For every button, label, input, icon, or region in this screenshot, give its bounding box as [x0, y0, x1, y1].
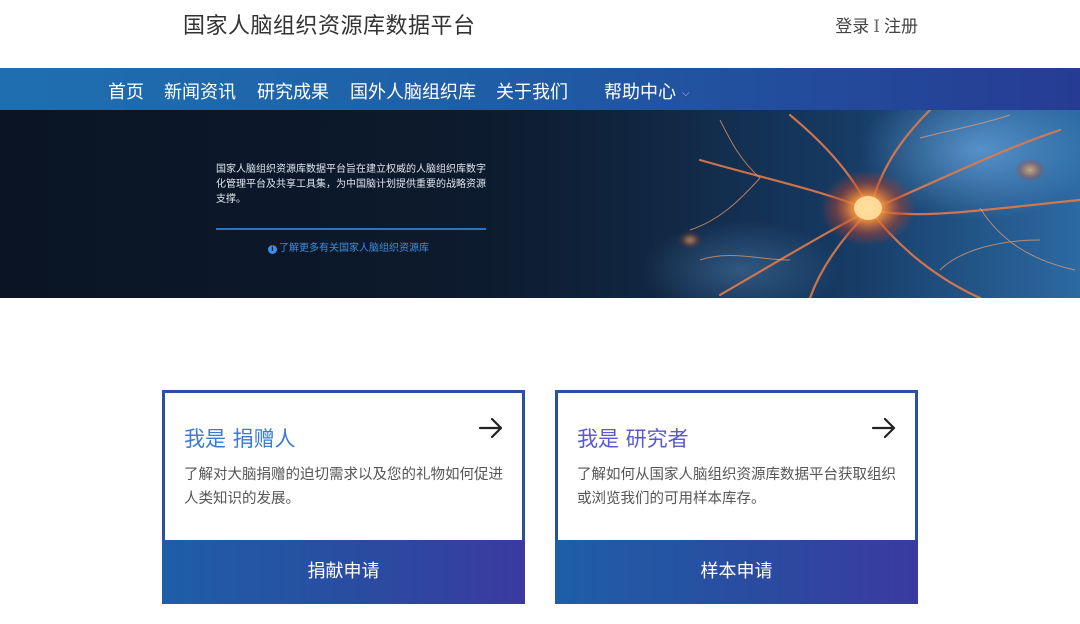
donor-card: 我是 捐赠人 了解对大脑捐赠的迫切需求以及您的礼物如何促进人类知识的发展。 捐献…: [162, 390, 525, 604]
banner-divider: [216, 228, 486, 230]
nav-item-home[interactable]: 首页: [108, 78, 144, 104]
donor-card-description: 了解对大脑捐赠的迫切需求以及您的礼物如何促进人类知识的发展。: [184, 467, 503, 507]
hero-banner: 国家人脑组织资源库数据平台旨在建立权威的人脑组织库数字化管理平台及共享工具集，为…: [0, 110, 1080, 298]
auth-links: 登录 I 注册: [835, 12, 918, 37]
register-link[interactable]: 注册: [884, 17, 918, 37]
researcher-card-description: 了解如何从国家人脑组织资源库数据平台获取组织或浏览我们的可用样本库存。: [577, 467, 896, 507]
researcher-card: 我是 研究者 了解如何从国家人脑组织资源库数据平台获取组织或浏览我们的可用样本库…: [555, 390, 918, 604]
nav-item-help[interactable]: 帮助中心 ⌵: [604, 78, 690, 104]
learn-more-link[interactable]: i 了解更多有关国家人脑组织资源库: [268, 239, 429, 254]
researcher-card-title: 我是 研究者: [577, 427, 689, 451]
donor-card-title: 我是 捐赠人: [184, 427, 296, 451]
auth-separator: I: [873, 17, 880, 37]
arrow-right-icon[interactable]: [871, 417, 897, 439]
donation-apply-button[interactable]: 捐献申请: [162, 540, 525, 604]
sample-apply-button[interactable]: 样本申请: [555, 540, 918, 604]
nav-item-help-label: 帮助中心: [604, 82, 676, 103]
neuron-illustration: [640, 110, 1080, 298]
site-title[interactable]: 国家人脑组织资源库数据平台: [183, 8, 476, 40]
info-icon: i: [268, 245, 277, 254]
nav-item-about[interactable]: 关于我们: [496, 78, 568, 104]
nav-item-research[interactable]: 研究成果: [257, 78, 329, 104]
arrow-right-icon[interactable]: [478, 417, 504, 439]
nav-item-foreign-brain-banks[interactable]: 国外人脑组织库: [350, 78, 476, 104]
main-nav: 首页 新闻资讯 研究成果 国外人脑组织库 关于我们 帮助中心 ⌵: [0, 68, 1080, 110]
banner-description: 国家人脑组织资源库数据平台旨在建立权威的人脑组织库数字化管理平台及共享工具集，为…: [216, 164, 486, 205]
chevron-down-icon: ⌵: [682, 87, 690, 99]
site-header: 国家人脑组织资源库数据平台 登录 I 注册: [0, 0, 1080, 68]
nav-item-news[interactable]: 新闻资讯: [164, 78, 236, 104]
learn-more-label: 了解更多有关国家人脑组织资源库: [279, 243, 429, 254]
login-link[interactable]: 登录: [835, 17, 869, 37]
